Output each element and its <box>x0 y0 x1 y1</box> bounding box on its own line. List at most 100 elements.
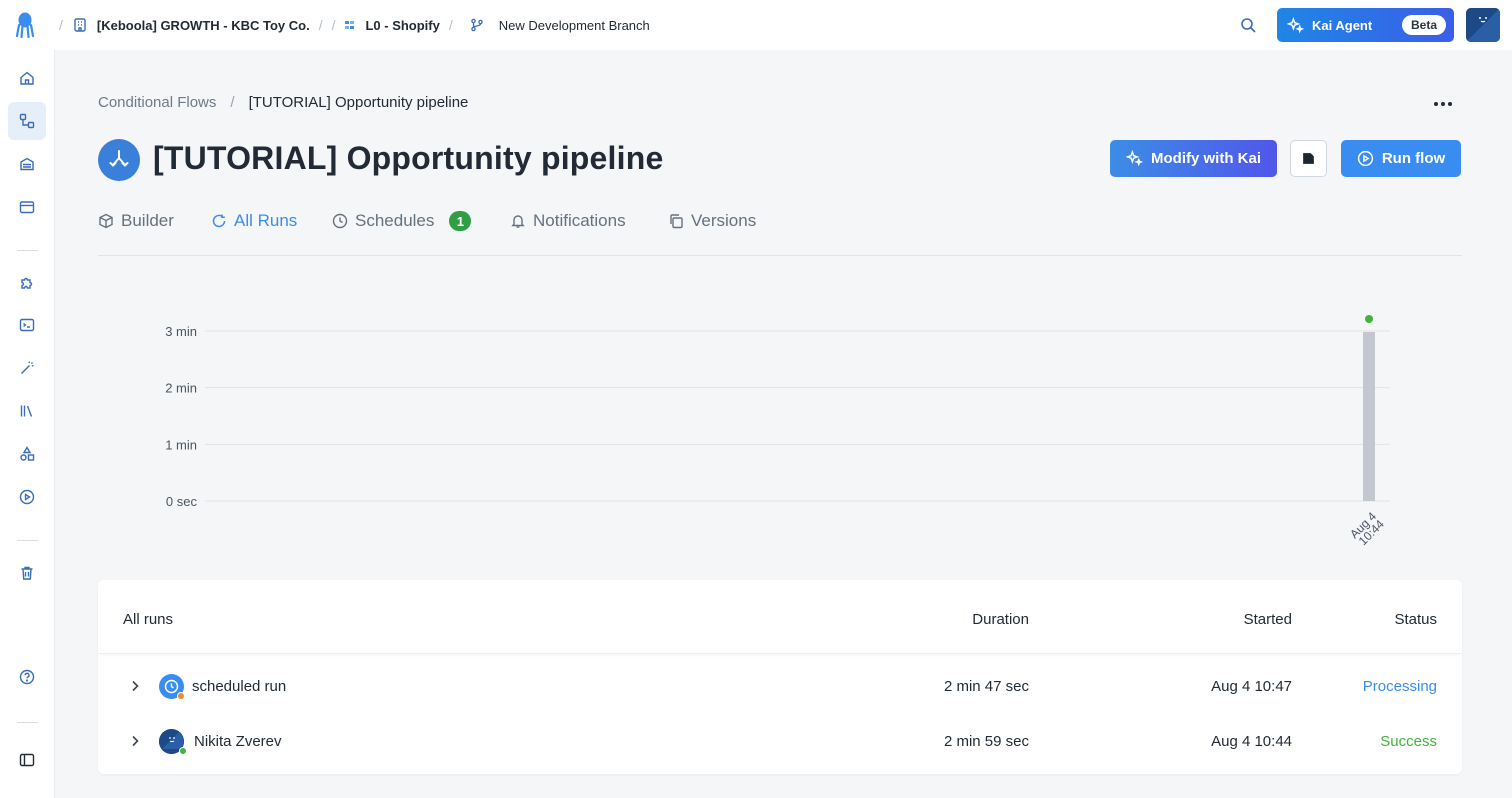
duration-bar[interactable] <box>1363 331 1375 501</box>
run-name: Nikita Zverev <box>194 733 282 750</box>
sidebar-item-components[interactable] <box>8 264 46 302</box>
branch-crumb[interactable]: New Development Branch <box>470 18 650 33</box>
y-tick-label: 2 min <box>165 381 197 396</box>
run-duration: 2 min 47 sec <box>943 678 1029 695</box>
tab-builder[interactable]: Builder <box>98 211 174 231</box>
modify-with-kai-button[interactable]: Modify with Kai <box>1110 140 1277 177</box>
refresh-icon <box>212 214 226 228</box>
x-tick-label: Aug 410:44 <box>1347 509 1387 549</box>
help-icon <box>19 669 35 685</box>
tab-builder-label: Builder <box>121 211 174 230</box>
run-status: Success <box>1380 733 1437 750</box>
breadcrumb-current: [TUTORIAL] Opportunity pipeline <box>248 94 469 111</box>
run-status-dot <box>1365 315 1373 323</box>
header-started[interactable]: Started <box>1244 611 1292 628</box>
sidebar-item-data-apps[interactable] <box>8 435 46 473</box>
sparkles-icon <box>1126 150 1143 167</box>
more-options-button[interactable] <box>1430 96 1456 112</box>
shopify-icon <box>345 21 355 29</box>
copy-icon <box>670 214 683 229</box>
search-button[interactable] <box>1235 12 1261 38</box>
tab-all-runs-label: All Runs <box>234 211 298 230</box>
run-status-dot <box>177 692 185 700</box>
component-crumb[interactable]: L0 - Shopify <box>344 17 440 33</box>
project-name: [Keboola] GROWTH - KBC Toy Co. <box>96 17 310 33</box>
search-icon <box>1241 18 1256 33</box>
beta-badge: Beta <box>1401 15 1446 35</box>
chevron-right-icon[interactable] <box>128 679 142 693</box>
header-duration[interactable]: Duration <box>972 611 1029 628</box>
sidebar-item-workspaces[interactable] <box>8 188 46 226</box>
home-icon <box>20 71 34 85</box>
tab-versions[interactable]: Versions <box>668 211 756 231</box>
sparkles-icon <box>1287 16 1304 33</box>
y-tick-label: 0 sec <box>166 494 198 509</box>
trash-icon <box>21 566 33 580</box>
git-branch-icon <box>470 18 483 32</box>
magic-wand-icon <box>21 361 34 374</box>
schedule-avatar <box>159 674 185 700</box>
terminal-icon <box>19 318 35 332</box>
sidebar-item-home[interactable] <box>8 59 46 97</box>
page-title: [TUTORIAL] Opportunity pipeline <box>153 140 664 176</box>
sidebar <box>0 50 55 798</box>
stop-icon <box>1303 153 1314 164</box>
table-row[interactable]: scheduled run 2 min 47 sec Aug 4 10:47 P… <box>98 660 1462 715</box>
sidebar-item-jobs[interactable] <box>8 478 46 516</box>
run-duration-chart: 0 sec 1 min 2 min 3 min Aug 410:44 <box>165 315 1390 549</box>
flow-tabs: Builder All Runs Schedules 1 Notificatio… <box>98 208 1462 256</box>
sidebar-panel-icon <box>19 753 35 767</box>
storage-icon <box>20 157 34 171</box>
run-started: Aug 4 10:44 <box>1211 733 1292 750</box>
user-avatar <box>159 729 187 755</box>
header-status[interactable]: Status <box>1394 611 1437 628</box>
top-bar: / [Keboola] GROWTH - KBC Toy Co. / / L0 … <box>0 0 1512 50</box>
header-all-runs: All runs <box>123 611 174 628</box>
kai-agent-label: Kai Agent <box>1312 17 1373 33</box>
play-circle-icon <box>19 489 35 505</box>
run-flow-button[interactable]: Run flow <box>1341 140 1461 177</box>
table-row[interactable]: Nikita Zverev 2 min 59 sec Aug 4 10:44 S… <box>98 715 1462 770</box>
run-status: Processing <box>1362 678 1437 695</box>
page-breadcrumb: Conditional Flows / [TUTORIAL] Opportuni… <box>98 94 469 111</box>
runs-table-header: All runs Duration Started Status <box>98 580 1462 654</box>
sidebar-item-applications[interactable] <box>8 349 46 387</box>
user-avatar[interactable] <box>1466 8 1500 42</box>
building-icon <box>74 18 86 32</box>
breadcrumb-conditional-flows[interactable]: Conditional Flows <box>98 94 216 111</box>
tab-versions-label: Versions <box>691 211 757 230</box>
sidebar-item-flows[interactable] <box>8 102 46 140</box>
project-crumb[interactable]: [Keboola] GROWTH - KBC Toy Co. <box>72 17 310 33</box>
project-breadcrumb: / [Keboola] GROWTH - KBC Toy Co. / / L0 … <box>59 17 650 33</box>
y-tick-label: 1 min <box>165 437 197 452</box>
sidebar-item-help[interactable] <box>8 658 46 696</box>
schedules-count-badge: 1 <box>449 211 472 231</box>
stop-flow-button[interactable] <box>1290 140 1327 177</box>
library-icon <box>20 405 33 417</box>
sidebar-collapse-toggle[interactable] <box>8 741 46 779</box>
sidebar-item-transformations[interactable] <box>8 306 46 344</box>
run-started: Aug 4 10:47 <box>1211 678 1292 695</box>
puzzle-icon <box>21 277 33 289</box>
modify-with-kai-label: Modify with Kai <box>1151 150 1261 167</box>
flow-icon <box>19 113 35 129</box>
run-duration: 2 min 59 sec <box>943 733 1029 750</box>
tab-schedules[interactable]: Schedules 1 <box>332 211 472 231</box>
browser-icon <box>19 201 35 214</box>
tab-all-runs[interactable]: All Runs <box>211 211 297 231</box>
keboola-logo-icon[interactable] <box>0 0 50 50</box>
sidebar-item-templates[interactable] <box>8 392 46 430</box>
run-status-dot <box>179 747 187 755</box>
run-name: scheduled run <box>192 678 287 695</box>
more-dots-icon <box>1434 102 1438 106</box>
kai-agent-button[interactable]: Kai Agent Beta <box>1277 8 1454 42</box>
sidebar-item-trash[interactable] <box>8 554 46 592</box>
chevron-right-icon[interactable] <box>128 734 142 748</box>
component-name: L0 - Shopify <box>365 17 440 33</box>
sidebar-item-storage[interactable] <box>8 145 46 183</box>
tab-notifications[interactable]: Notifications <box>510 211 626 231</box>
runs-table: All runs Duration Started Status schedul… <box>98 580 1462 774</box>
clock-icon <box>332 213 348 229</box>
tab-schedules-label: Schedules <box>355 211 435 230</box>
shapes-icon <box>20 446 35 461</box>
